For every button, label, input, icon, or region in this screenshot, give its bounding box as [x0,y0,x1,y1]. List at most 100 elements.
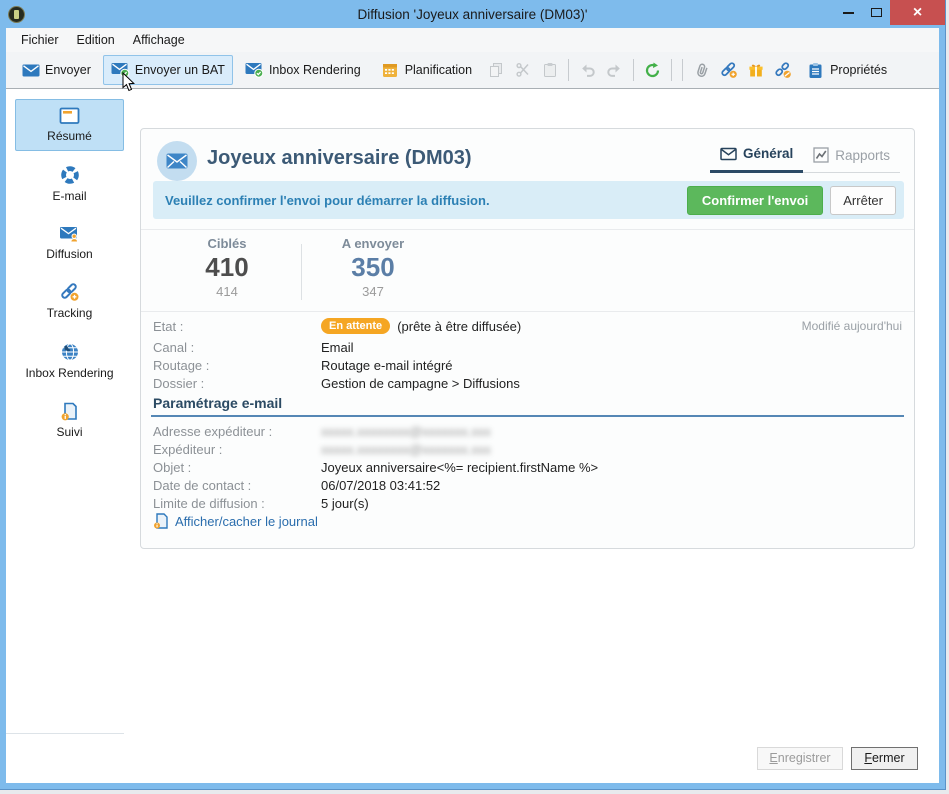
stats-divider [301,244,302,300]
stop-button[interactable]: Arrêter [830,185,896,215]
toolbar: Envoyer Envoyer un BAT Inbox Rendering P… [6,52,939,89]
journal-toggle[interactable]: Afficher/cacher le journal [153,513,318,529]
stat-value: 350 [351,252,395,282]
send-envelope-icon [21,61,40,79]
sidebar-item-label: Inbox Rendering [25,366,114,380]
stat-secondary: 347 [362,284,384,299]
chart-icon [813,147,829,163]
toolbar-separator [633,59,635,81]
stat-a-envoyer: A envoyer 350 347 [313,236,433,299]
stats-panel: Ciblés 410 414 A envoyer 350 347 [141,229,914,312]
menu-affichage[interactable]: Affichage [124,30,194,50]
confirm-send-button[interactable]: Confirmer l'envoi [686,185,824,215]
journal-link[interactable]: Afficher/cacher le journal [175,514,318,529]
minimize-icon [842,11,854,14]
planification-button[interactable]: Planification [373,55,480,85]
envelope-check-icon [245,61,264,79]
send-proof-button-label: Envoyer un BAT [134,63,225,77]
tab-rapports[interactable]: Rapports [803,140,900,173]
sidebar-item-inbox-rendering[interactable]: Inbox Rendering [15,334,124,388]
minimize-button[interactable] [834,0,862,25]
inbox-rendering-button[interactable]: Inbox Rendering [237,55,369,85]
gift-icon[interactable] [744,58,767,82]
content-ring-icon [60,165,80,185]
email-row-expediteur: Expéditeur : xxxxx.xxxxxxxx@xxxxxxx.xxx [153,440,902,458]
close-dialog-button[interactable]: Fermer [851,747,918,770]
undo-icon[interactable] [576,58,599,82]
attachment-icon[interactable] [690,58,713,82]
save-button[interactable]: Enregistrer [757,747,843,770]
paste-icon[interactable] [538,58,561,82]
tab-rapports-label: Rapports [835,147,890,163]
redo-icon[interactable] [603,58,626,82]
tab-general[interactable]: Général [709,140,804,173]
calendar-icon [381,61,400,79]
summary-card: Joyeux anniversaire (DM03) Général Rappo… [140,128,915,549]
menu-edition[interactable]: Edition [68,30,124,50]
planification-button-label: Planification [404,63,473,77]
main-content: Joyeux anniversaire (DM03) Général Rappo… [124,89,939,783]
globe-icon [60,342,80,362]
info-label: Canal : [153,339,195,355]
banner-message: Veuillez confirmer l'envoi pour démarrer… [165,192,490,208]
sidebar-item-label: Tracking [46,306,93,320]
clipboard-icon [806,61,825,79]
refresh-icon[interactable] [641,58,664,82]
window-frame: Fichier Edition Affichage Envoyer Envoye… [6,28,939,783]
section-rule [151,415,904,417]
modified-label: Modifié aujourd'hui [801,319,902,333]
info-value: 06/07/2018 03:41:52 [321,477,441,493]
menu-fichier[interactable]: Fichier [12,30,68,50]
window-icon [59,107,80,125]
window-title: Diffusion 'Joyeux anniversaire (DM03)' [357,6,588,22]
doc-info-icon [60,402,79,421]
menubar: Fichier Edition Affichage [6,28,939,52]
sidebar: Résumé E-mail Diffusion Tracking Inbox R… [6,89,124,734]
info-row-etat: Etat : En attente (prête à être diffusée… [153,317,902,335]
sidebar-item-resume[interactable]: Résumé [15,99,124,151]
cut-icon[interactable] [511,58,534,82]
info-label: Date de contact : [153,477,252,493]
envelope-icon [166,153,188,169]
app-window: Diffusion 'Joyeux anniversaire (DM03)' ×… [0,0,945,789]
info-label: Routage : [153,357,210,373]
send-proof-button[interactable]: Envoyer un BAT [102,55,233,85]
maximize-button[interactable] [862,0,890,25]
unlink-icon[interactable] [771,58,794,82]
tabs: Général Rapports [709,140,900,173]
toolbar-separator [671,59,673,81]
window-controls: × [834,0,945,25]
properties-button[interactable]: Propriétés [798,55,895,85]
info-label: Etat : [153,318,184,334]
sidebar-item-suivi[interactable]: Suivi [15,394,124,447]
doc-info-icon [153,513,168,529]
send-button-label: Envoyer [45,63,91,77]
link-icon[interactable] [717,58,740,82]
status-badge: En attente [321,318,391,334]
send-button[interactable]: Envoyer [13,55,99,85]
toolbar-separator [682,59,684,81]
info-value: Joyeux anniversaire<%= recipient.firstNa… [321,459,599,475]
stat-label: Ciblés [207,236,247,251]
sidebar-item-label: Diffusion [46,247,93,261]
redacted-value: xxxxx.xxxxxxxx@xxxxxxx.xxx [321,423,491,439]
save-button-label: Enregistrer [769,751,831,765]
envelope-check-icon [111,61,130,79]
info-label: Dossier : [153,375,205,391]
titlebar: Diffusion 'Joyeux anniversaire (DM03)' × [0,0,945,28]
page-title: Joyeux anniversaire (DM03) [207,147,472,169]
sidebar-item-diffusion[interactable]: Diffusion [15,217,124,269]
copy-icon[interactable] [484,58,507,82]
sidebar-item-label: Suivi [56,425,83,439]
close-button[interactable]: × [890,0,945,25]
confirm-banner: Veuillez confirmer l'envoi pour démarrer… [153,181,904,219]
close-dialog-button-label: Fermer [864,751,905,765]
envelope-outline-icon [720,147,737,161]
email-row-adresse-expediteur: Adresse expéditeur : xxxxx.xxxxxxxx@xxxx… [153,422,902,440]
email-row-date-contact: Date de contact : 06/07/2018 03:41:52 [153,476,902,494]
tab-general-label: Général [742,146,794,161]
sidebar-item-tracking[interactable]: Tracking [15,275,124,328]
section-title: Paramétrage e-mail [153,395,283,411]
sidebar-item-email[interactable]: E-mail [15,157,124,211]
stat-secondary: 414 [216,284,238,299]
